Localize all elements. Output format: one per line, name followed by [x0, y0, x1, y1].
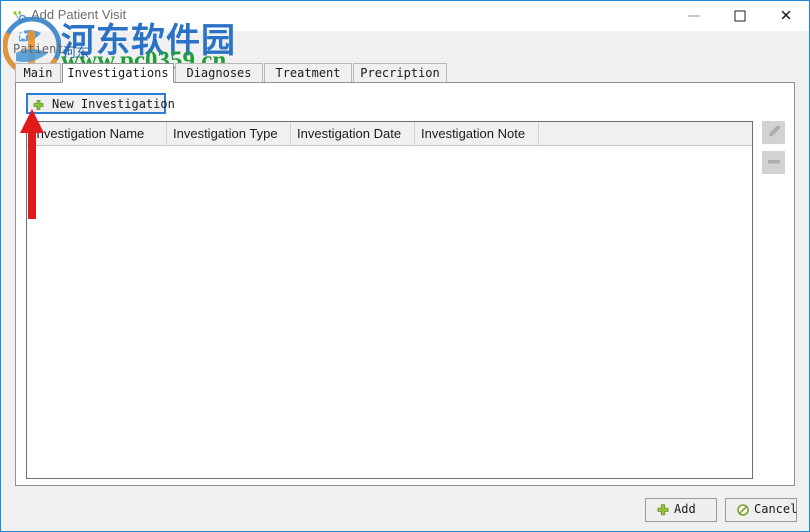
minus-icon: [766, 154, 781, 172]
edit-investigation-button[interactable]: [762, 121, 785, 144]
tab-diagnoses[interactable]: Diagnoses: [175, 63, 263, 83]
add-button-content: Add: [646, 499, 716, 521]
grid-body[interactable]: [27, 146, 752, 478]
patient-label: Patient: [13, 42, 64, 56]
grid-column-investigation-note[interactable]: Investigation Note: [415, 122, 539, 145]
tab-investigations[interactable]: Investigations: [62, 63, 174, 83]
patient-value: 河东: [63, 46, 90, 61]
investigations-panel: New Investigation Investigation Name Inv…: [15, 82, 795, 486]
tab-treatment[interactable]: Treatment: [264, 63, 352, 83]
close-button[interactable]: ✕: [763, 1, 809, 31]
investigations-grid[interactable]: Investigation Name Investigation Type In…: [26, 121, 753, 479]
grid-column-investigation-name[interactable]: Investigation Name: [27, 122, 167, 145]
cancel-circle-icon: [737, 504, 749, 516]
title-bar: Add Patient Visit ✕: [1, 1, 809, 31]
plus-icon: [657, 504, 669, 516]
plus-icon: [33, 99, 44, 110]
minimize-button[interactable]: [671, 1, 717, 31]
pencil-icon: [766, 124, 781, 142]
grid-column-investigation-date[interactable]: Investigation Date: [291, 122, 415, 145]
maximize-button[interactable]: [717, 1, 763, 31]
app-icon: [11, 8, 27, 24]
cancel-button[interactable]: Cancel: [725, 498, 797, 522]
cancel-button-label: Cancel: [754, 502, 798, 516]
tab-precription[interactable]: Precription: [353, 63, 447, 83]
new-investigation-label: New Investigation: [52, 97, 175, 111]
add-patient-visit-window: Add Patient Visit ✕ 河东软件园 www.pc0359.cn …: [0, 0, 810, 532]
cancel-button-content: Cancel: [726, 499, 798, 521]
add-button-label: Add: [674, 502, 696, 516]
grid-header-row: Investigation Name Investigation Type In…: [27, 122, 752, 146]
tab-main[interactable]: Main: [15, 63, 61, 83]
remove-investigation-button[interactable]: [762, 151, 785, 174]
window-title: Add Patient Visit: [31, 7, 127, 22]
tab-strip: Main Investigations Diagnoses Treatment …: [15, 63, 795, 83]
minimize-icon: [688, 15, 700, 17]
new-investigation-button[interactable]: New Investigation: [26, 93, 175, 114]
close-icon: ✕: [779, 6, 793, 25]
maximize-icon: [734, 10, 746, 22]
grid-column-investigation-type[interactable]: Investigation Type: [167, 122, 291, 145]
add-button[interactable]: Add: [645, 498, 717, 522]
